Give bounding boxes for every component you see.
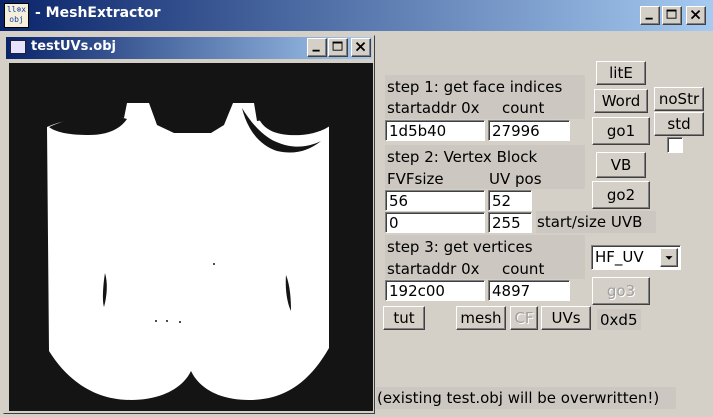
step1-addr-input[interactable]: 1d5b40: [385, 120, 485, 141]
vb-button[interactable]: VB: [596, 152, 646, 178]
close-icon: [355, 41, 366, 52]
uv-viewport[interactable]: [9, 63, 373, 411]
maximize-button[interactable]: [662, 6, 682, 25]
hex-value-display: 0xd5: [597, 309, 641, 330]
minimize-button[interactable]: [640, 6, 660, 25]
go3-button[interactable]: go3: [592, 277, 650, 305]
close-icon: [690, 9, 701, 20]
close-button[interactable]: [686, 6, 706, 25]
step2-heading: step 2: Vertex Block: [387, 148, 538, 166]
step2-fvf-label: FVFsize: [387, 170, 444, 188]
step3-addr-label: startaddr 0x: [387, 260, 480, 278]
maximize-icon: [666, 9, 677, 19]
main-title-bar[interactable]: ll⊗x obj - MeshExtractor: [0, 0, 713, 31]
app-icon: ll⊗x obj: [4, 3, 29, 28]
cf-button[interactable]: CF: [510, 306, 538, 330]
uv-layout-image: [9, 63, 373, 411]
step1-count-input[interactable]: 27996: [488, 120, 570, 141]
std-checkbox[interactable]: [667, 137, 683, 153]
uv-pos-input[interactable]: 52: [488, 190, 532, 211]
uvs-button[interactable]: UVs: [541, 306, 591, 330]
chevron-down-icon: [665, 256, 673, 260]
dropdown-arrow-button[interactable]: [660, 248, 678, 267]
app-icon-text-top: ll⊗x: [6, 5, 27, 14]
child-title-bar[interactable]: testUVs.obj: [6, 37, 372, 59]
app-icon-text-bottom: obj: [9, 15, 24, 24]
format-dropdown[interactable]: HF_UV: [591, 245, 681, 270]
child-close-button[interactable]: [351, 38, 371, 57]
step1-addr-label: startaddr 0x: [387, 99, 480, 117]
format-dropdown-value: HF_UV: [595, 248, 644, 266]
child-minimize-button[interactable]: [307, 38, 327, 57]
document-icon: [10, 40, 26, 54]
fvf-size-input[interactable]: 56: [385, 190, 485, 211]
step3-heading: step 3: get vertices: [387, 238, 533, 256]
word-button[interactable]: Word: [594, 89, 648, 113]
step3-count-input[interactable]: 4897: [488, 280, 570, 301]
child-maximize-button[interactable]: [328, 38, 348, 57]
minimize-icon: [312, 49, 320, 52]
step1-heading: step 1: get face indices: [387, 78, 563, 96]
app-title: - MeshExtractor: [35, 5, 161, 21]
overwrite-warning: (existing test.obj will be overwritten!): [376, 387, 676, 409]
uvb-size-input[interactable]: 255: [488, 212, 532, 233]
mesh-button[interactable]: mesh: [456, 306, 506, 330]
step3-addr-input[interactable]: 192c00: [385, 280, 485, 301]
std-button[interactable]: std: [654, 112, 704, 136]
go1-button[interactable]: go1: [592, 117, 650, 145]
uv-preview-window[interactable]: testUVs.obj: [3, 35, 375, 414]
child-window-title: testUVs.obj: [31, 39, 116, 54]
step1-count-label: count: [502, 99, 545, 117]
tut-button[interactable]: tut: [383, 306, 425, 330]
go2-button[interactable]: go2: [592, 181, 650, 209]
lite-button[interactable]: litE: [596, 61, 646, 85]
nostr-button[interactable]: noStr: [654, 87, 704, 111]
maximize-icon: [332, 41, 343, 51]
step3-count-label: count: [502, 260, 545, 278]
start-size-uvb-label: start/size UVB: [536, 211, 656, 233]
uvb-start-input[interactable]: 0: [385, 212, 485, 233]
minimize-icon: [645, 17, 653, 20]
step2-uvpos-label: UV pos: [489, 170, 542, 188]
